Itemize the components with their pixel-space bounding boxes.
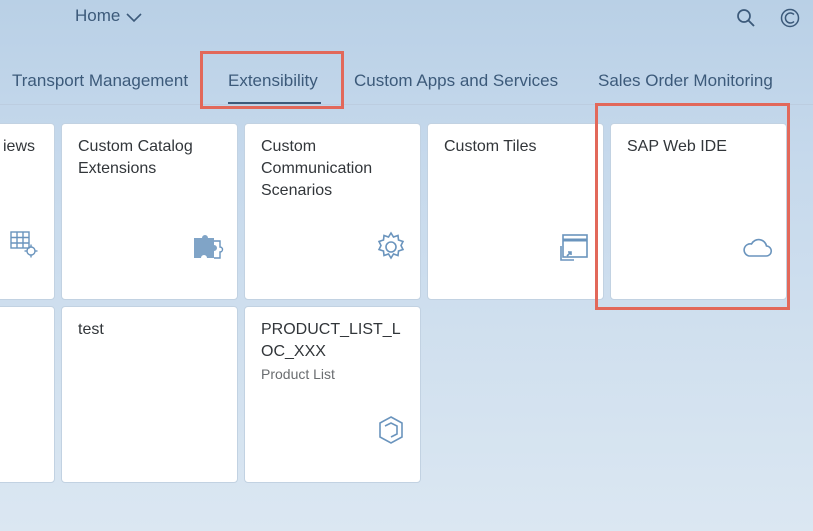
tile-custom-tiles[interactable]: Custom Tiles [427,123,604,300]
tile-subtitle: Product List [261,366,335,382]
tile-test[interactable]: test [61,306,238,483]
user-profile-icon[interactable] [780,8,800,28]
cloud-icon [743,238,773,257]
tile-partial[interactable] [0,306,55,483]
tile-title: Custom Catalog Extensions [78,138,193,177]
table-gear-icon [10,231,38,258]
tile-sap-web-ide[interactable]: SAP Web IDE [610,123,787,300]
tile-title: Custom Communication Scenarios [261,138,373,199]
shell-bar: Home [0,0,813,36]
tab-extensibility[interactable]: Extensibility [228,71,318,91]
tab-custom-apps-and-services[interactable]: Custom Apps and Services [354,71,558,91]
tile-views[interactable]: iews [0,123,55,300]
home-button[interactable]: Home [75,6,142,26]
tab-bar: Transport Management Extensibility Custo… [0,60,813,106]
tile-title: test [78,321,104,338]
tile-launch-icon [560,234,588,261]
tile-title: PRODUCT_LIST_LOC_XXX [261,321,401,360]
product-cube-icon [379,416,403,444]
puzzle-icon [194,235,224,259]
tile-custom-communication-scenarios[interactable]: Custom Communication Scenarios [244,123,421,300]
gear-icon [377,231,405,260]
tile-title: Custom Tiles [444,138,537,155]
tile-title: iews [3,138,36,155]
tab-sales-order-monitoring[interactable]: Sales Order Monitoring [598,71,773,91]
tile-title: SAP Web IDE [627,138,727,155]
tile-custom-catalog-extensions[interactable]: Custom Catalog Extensions [61,123,238,300]
tab-bar-divider [0,104,813,105]
tile-product-list[interactable]: PRODUCT_LIST_LOC_XXX Product List [244,306,421,483]
search-icon[interactable] [736,8,756,28]
chevron-down-icon [126,12,142,22]
tab-transport-management[interactable]: Transport Management [12,71,188,91]
home-label: Home [75,6,121,25]
